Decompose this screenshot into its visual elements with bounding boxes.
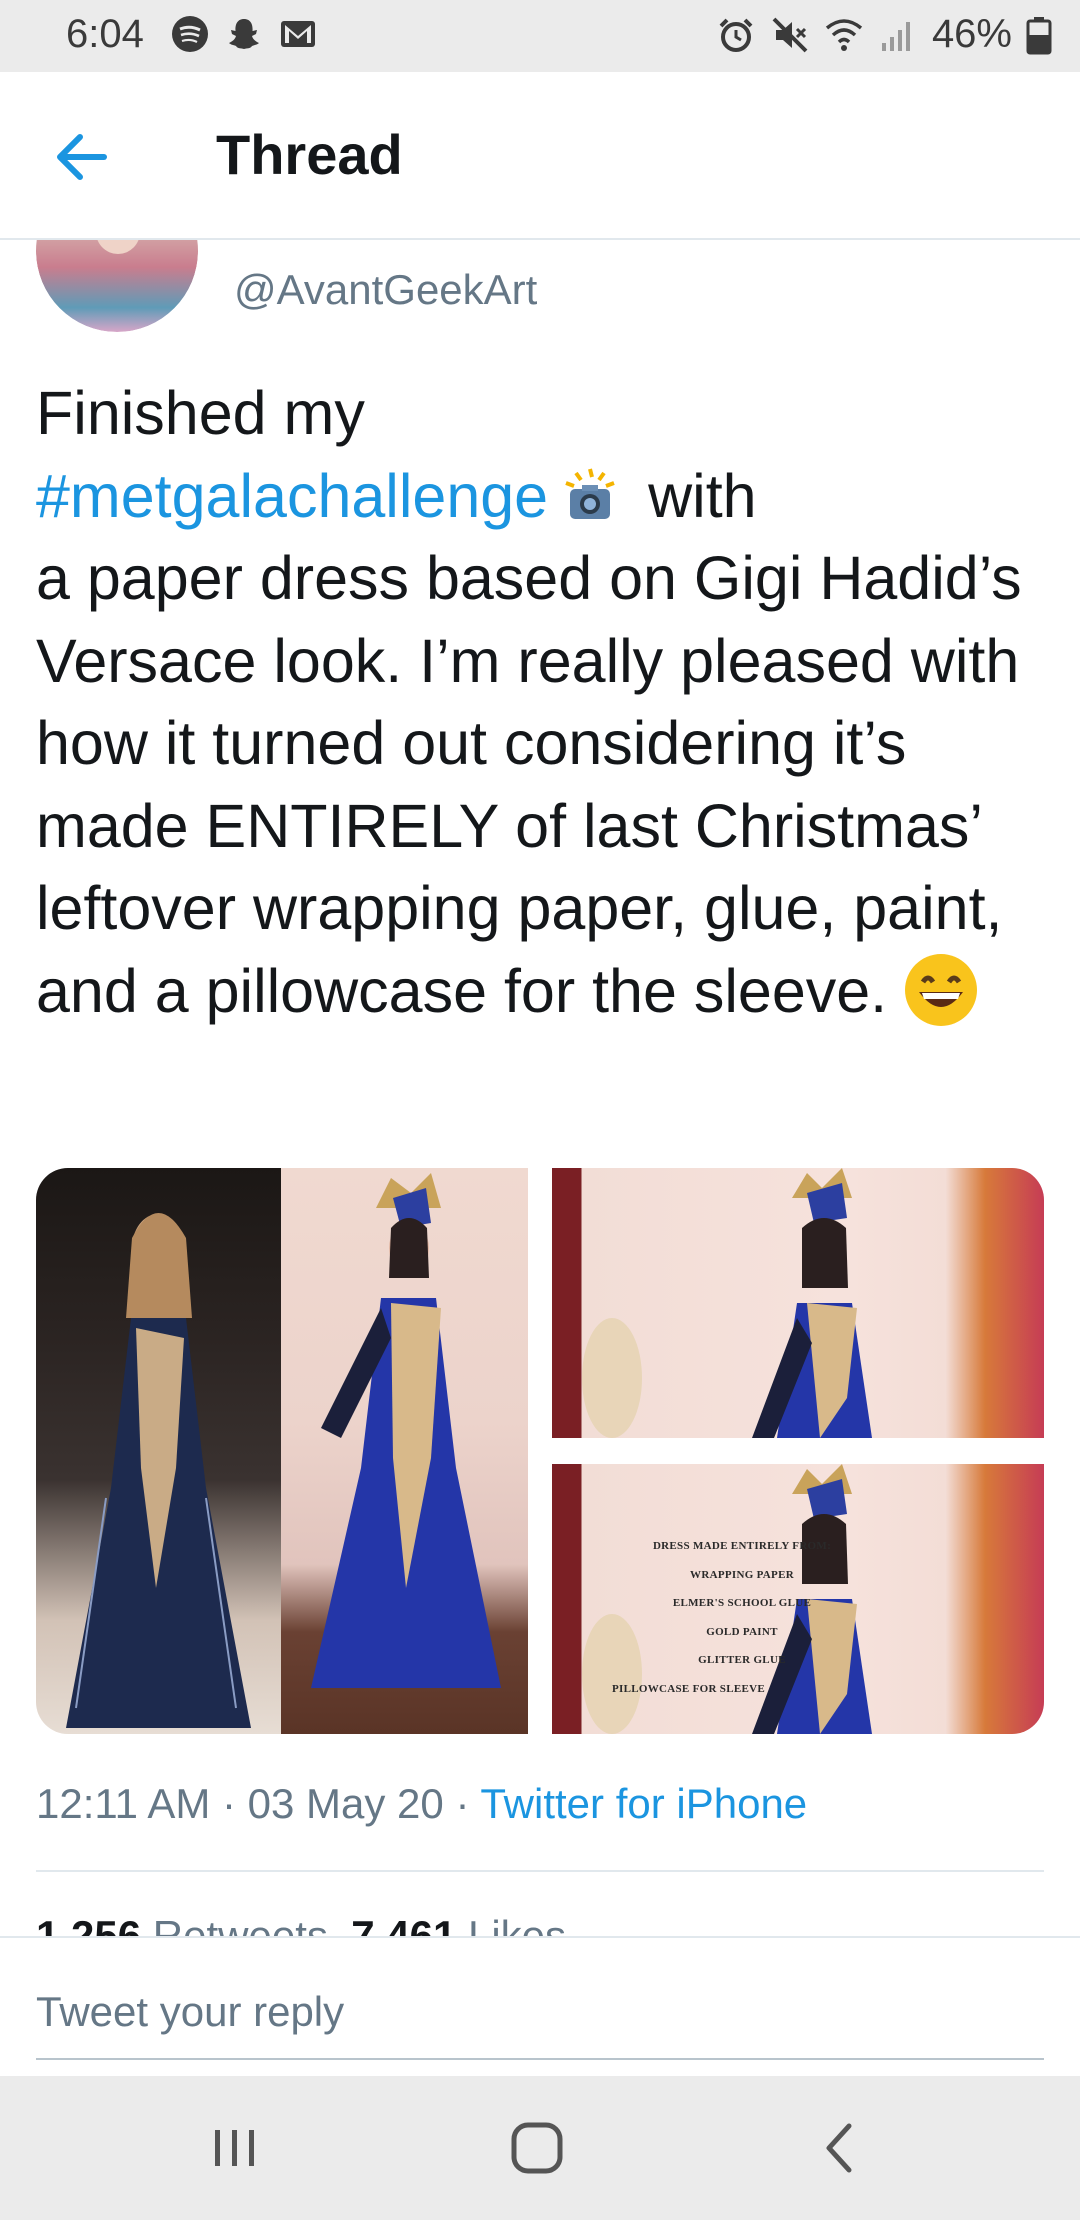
tweet-meta: 12:11 AM · 03 May 20 · Twitter for iPhon… — [36, 1780, 807, 1828]
page-title: Thread — [216, 123, 403, 186]
reply-input-underline — [36, 2058, 1044, 2060]
divider — [36, 1870, 1044, 1872]
photo-original-look — [36, 1168, 281, 1734]
media-photo-materials-list[interactable]: DRESS MADE ENTIRELY FROM: WRAPPING PAPER… — [552, 1464, 1044, 1734]
back-nav-icon[interactable] — [805, 2116, 875, 2180]
camera-with-flash-icon — [562, 461, 618, 519]
alarm-icon — [716, 15, 756, 55]
caption-line: GOLD PAINT — [706, 1625, 778, 1638]
author-handle[interactable]: @AvantGeekArt — [234, 266, 537, 314]
tweet-text: Finished my #metgalachallenge with a pape… — [36, 372, 1046, 1032]
tweet-media-grid[interactable]: DRESS MADE ENTIRELY FROM: WRAPPING PAPER… — [36, 1168, 1044, 1734]
tweet-stats: 1,256 Retweets 7,461 Likes — [36, 1912, 566, 1936]
retweets-count[interactable]: 1,256 — [36, 1912, 141, 1936]
media-photo-dress-pose[interactable] — [552, 1168, 1044, 1438]
hashtag-link[interactable]: #metgalachallenge — [36, 462, 548, 530]
snapchat-icon — [224, 14, 264, 54]
tweet-timestamp: 12:11 AM · 03 May 20 · — [36, 1780, 481, 1827]
caption-line: PILLOWCASE FOR SLEEVE — [612, 1682, 766, 1695]
retweets-label[interactable]: Retweets — [153, 1912, 328, 1936]
reply-bar: Tweet your reply — [0, 1936, 1080, 2078]
likes-label[interactable]: Likes — [468, 1912, 566, 1936]
grinning-face-icon — [903, 952, 979, 1028]
spotify-icon — [170, 14, 210, 54]
tweet-source-link[interactable]: Twitter for iPhone — [480, 1780, 807, 1827]
gmail-icon — [278, 16, 318, 52]
caption-line: GLITTER GLUE — [698, 1654, 786, 1666]
battery-percent: 46% — [931, 12, 1012, 56]
tweet-text-intro: Finished my — [36, 379, 365, 447]
photo-paper-dress-full — [281, 1168, 528, 1734]
tweet-text-with: with — [648, 461, 757, 530]
back-arrow-icon[interactable] — [48, 127, 118, 187]
signal-icon — [878, 17, 918, 53]
reply-input[interactable]: Tweet your reply — [36, 1988, 344, 2036]
system-nav-bar — [0, 2076, 1080, 2220]
caption-line: WRAPPING PAPER — [690, 1568, 794, 1581]
media-photo-comparison[interactable] — [36, 1168, 528, 1734]
battery-icon — [1026, 15, 1052, 55]
wifi-icon — [824, 17, 864, 53]
recent-apps-icon[interactable] — [200, 2116, 270, 2180]
status-time: 6:04 — [66, 12, 144, 56]
thread-header: Thread — [0, 72, 1080, 240]
caption-line: ELMER'S SCHOOL GLUE — [672, 1597, 812, 1609]
home-icon[interactable] — [502, 2116, 572, 2180]
caption-line: DRESS MADE ENTIRELY FROM: — [652, 1540, 832, 1552]
likes-count[interactable]: 7,461 — [351, 1912, 456, 1936]
tweet-text-body: a paper dress based on Gigi Hadid’s Vers… — [36, 544, 1022, 1025]
photo-caption-materials: DRESS MADE ENTIRELY FROM: WRAPPING PAPER… — [592, 1532, 892, 1703]
mute-icon — [770, 15, 810, 55]
status-bar: 6:04 46% — [0, 0, 1080, 72]
